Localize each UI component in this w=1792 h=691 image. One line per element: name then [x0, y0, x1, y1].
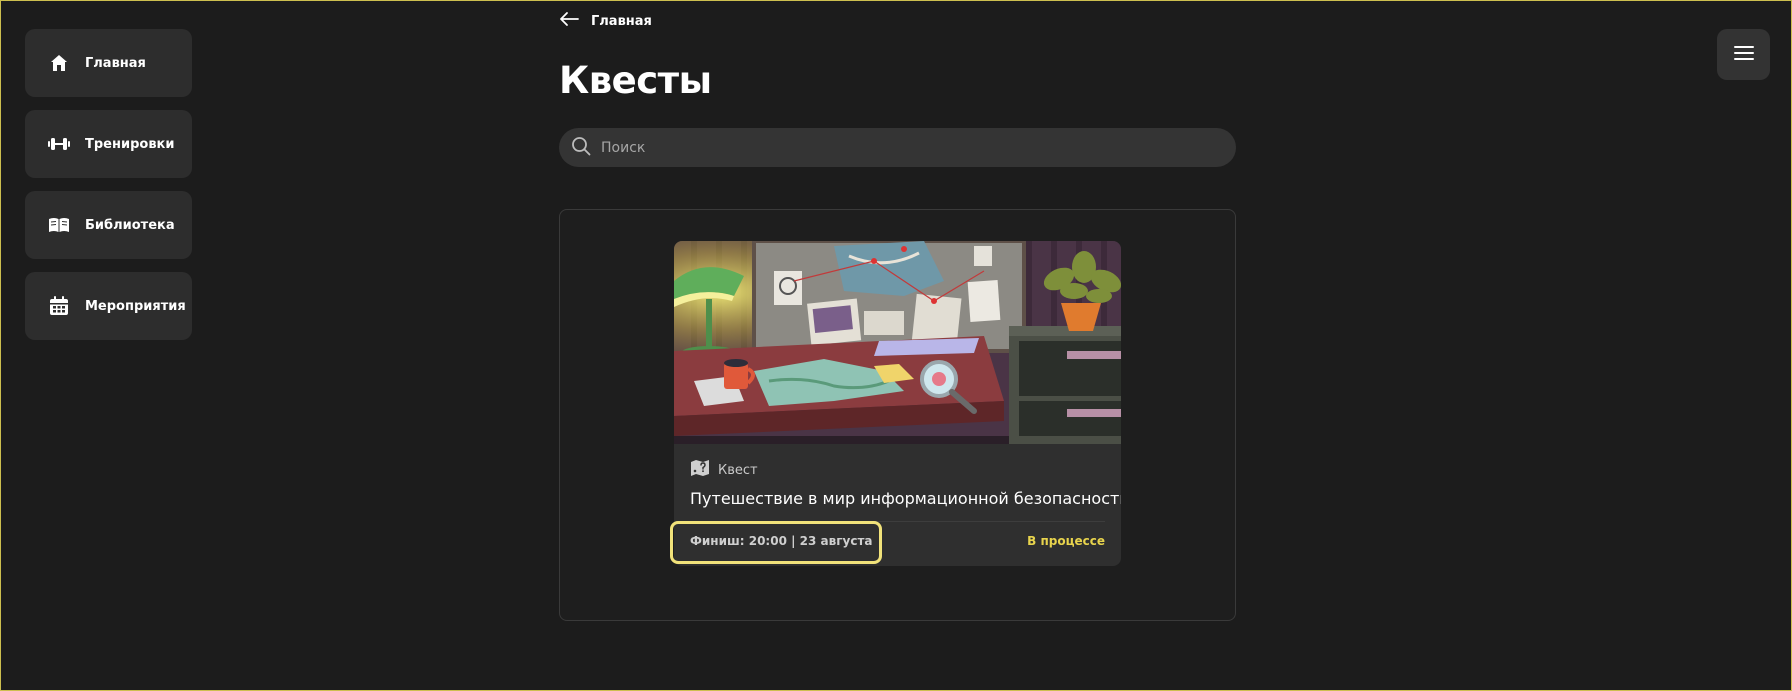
dumbbell-icon	[47, 132, 71, 156]
home-icon	[47, 51, 71, 75]
quest-cover-image	[674, 241, 1121, 444]
sidebar: Главная Тренировки Библиотека Мероприяти…	[25, 29, 192, 353]
sidebar-item-home[interactable]: Главная	[25, 29, 192, 97]
sidebar-item-label: Библиотека	[85, 217, 175, 233]
app-window: Главная Тренировки Библиотека Мероприяти…	[0, 0, 1792, 691]
hamburger-icon	[1733, 45, 1754, 65]
quest-status-badge: В процессе	[1027, 534, 1105, 548]
search-input[interactable]	[601, 128, 1236, 167]
sidebar-item-label: Мероприятия	[85, 298, 186, 314]
sidebar-item-library[interactable]: Библиотека	[25, 191, 192, 259]
sidebar-item-label: Главная	[85, 55, 146, 71]
quest-card[interactable]: Квест Путешествие в мир информационной б…	[674, 241, 1121, 566]
quest-type-label: Квест	[718, 462, 758, 478]
sidebar-item-events[interactable]: Мероприятия	[25, 272, 192, 340]
sidebar-item-trainings[interactable]: Тренировки	[25, 110, 192, 178]
search-icon	[571, 136, 591, 160]
menu-button[interactable]	[1717, 29, 1770, 80]
page-title: Квесты	[559, 59, 712, 102]
book-icon	[47, 213, 71, 237]
back-link[interactable]: Главная	[559, 9, 652, 33]
quest-type: Квест	[690, 459, 758, 481]
sidebar-item-label: Тренировки	[85, 136, 175, 152]
quest-title: Путешествие в мир информационной безопас…	[690, 489, 1121, 508]
search-bar	[559, 128, 1236, 167]
quest-map-icon	[690, 459, 710, 481]
back-link-label: Главная	[591, 13, 652, 29]
calendar-icon	[47, 294, 71, 318]
arrow-left-icon	[559, 11, 579, 31]
card-divider	[690, 521, 1105, 522]
quest-finish-time: Финиш: 20:00 | 23 августа	[690, 534, 873, 548]
